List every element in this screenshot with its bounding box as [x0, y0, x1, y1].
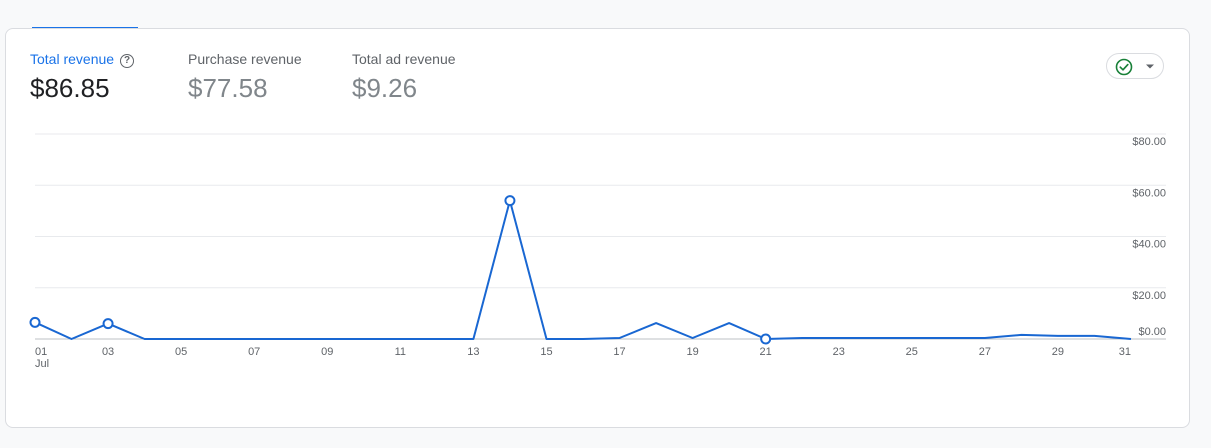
- x-tick-label: 09: [321, 346, 333, 358]
- x-tick-label: 29: [1052, 346, 1064, 358]
- series-line: [34, 199, 1132, 340]
- y-tick-label: $60.00: [1132, 187, 1166, 199]
- x-tick-label: 25: [906, 346, 918, 358]
- y-tick-label: $40.00: [1132, 239, 1166, 251]
- x-tick-label: 13: [467, 346, 479, 358]
- x-tick-label: 03: [102, 346, 114, 358]
- x-tick-label: 21: [760, 346, 772, 358]
- x-tick-label: 31: [1119, 346, 1131, 358]
- data-point: [504, 195, 516, 207]
- x-tick-label: 27: [979, 346, 991, 358]
- x-tick-label: 07: [248, 346, 260, 358]
- data-point: [760, 333, 772, 345]
- data-point: [29, 316, 41, 328]
- x-tick-label: 11: [395, 346, 406, 358]
- x-tick-label: 15: [540, 346, 552, 358]
- data-point: [102, 318, 114, 330]
- y-tick-label: $20.00: [1132, 290, 1166, 302]
- y-tick-label: $0.00: [1138, 326, 1166, 338]
- x-tick-label: 19: [686, 346, 698, 358]
- x-tick-label: 17: [613, 346, 625, 358]
- x-month-label: Jul: [35, 358, 49, 370]
- x-tick-label: 05: [175, 346, 187, 358]
- x-tick-label: 23: [833, 346, 845, 358]
- revenue-line-chart: $0.00 $20.00 $40.00 $60.00 $80.00 01 03 05 07 09…: [29, 133, 1166, 370]
- x-tick-label: 01: [35, 346, 47, 358]
- y-tick-label: $80.00: [1132, 136, 1166, 148]
